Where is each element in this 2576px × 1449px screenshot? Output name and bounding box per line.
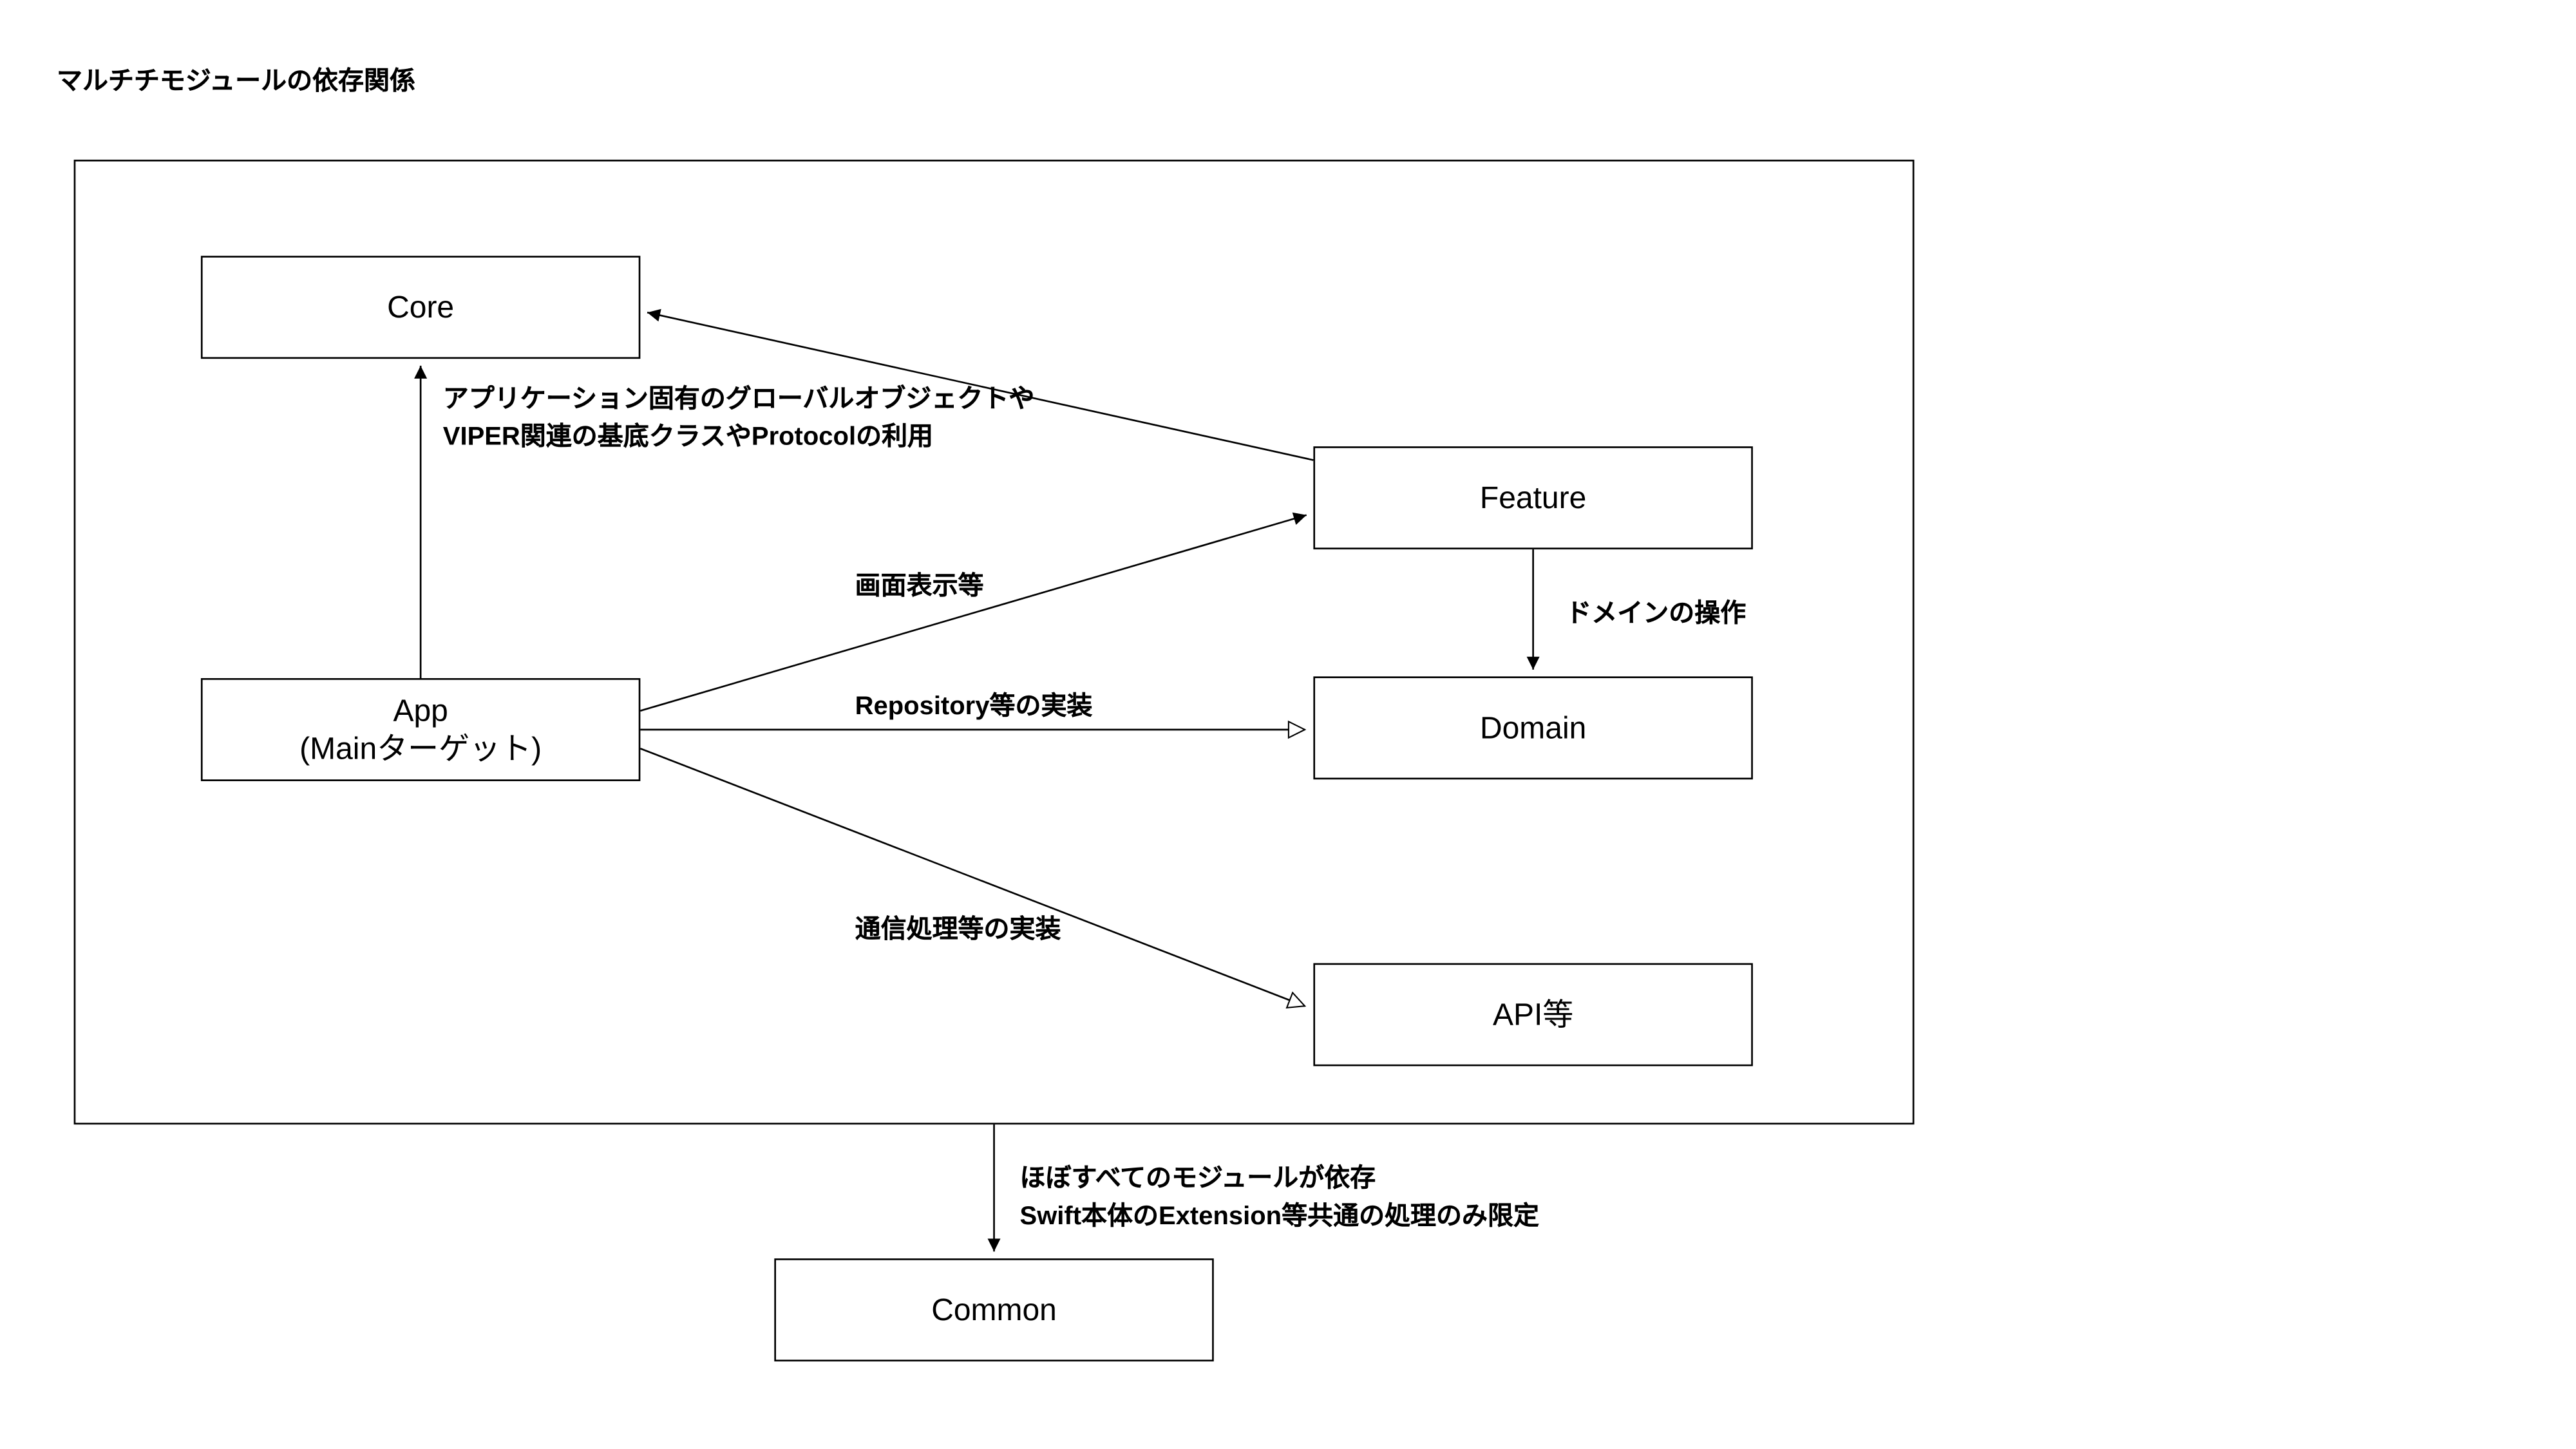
label-outer-to-common: ほぼすべてのモジュールが依存 Swift本体のExtension等共通の処理のみ… [1020,1160,1539,1235]
node-common: Common [774,1258,1213,1361]
node-app-label-2: (Mainターゲット) [299,730,542,768]
node-api: API等 [1313,963,1752,1066]
node-core-label: Core [387,288,454,327]
label-feature-to-domain: ドメインの操作 [1566,596,1746,633]
node-domain-label: Domain [1480,708,1586,747]
diagram-title: マルチチモジュールの依存関係 [57,62,415,98]
node-feature: Feature [1313,446,1752,549]
node-core: Core [201,256,640,359]
node-api-label: API等 [1493,996,1573,1034]
label-app-to-feature: 画面表示等 [855,568,984,605]
label-app-to-domain: Repository等の実装 [855,688,1093,726]
label-app-to-api: 通信処理等の実装 [855,912,1061,949]
label-core-usage-line2: VIPER関連の基底クラスやProtocolの利用 [443,419,1035,456]
node-feature-label: Feature [1480,478,1586,517]
label-outer-to-common-line2: Swift本体のExtension等共通の処理のみ限定 [1020,1198,1539,1235]
label-outer-to-common-line1: ほぼすべてのモジュールが依存 [1020,1160,1539,1198]
node-app-label-1: App [393,691,448,730]
label-core-usage-line1: アプリケーション固有のグローバルオブジェクトや [443,381,1035,419]
label-core-usage: アプリケーション固有のグローバルオブジェクトや VIPER関連の基底クラスやPr… [443,381,1035,456]
node-app: App (Mainターゲット) [201,678,640,781]
node-domain: Domain [1313,676,1752,779]
node-common-label: Common [931,1291,1057,1329]
